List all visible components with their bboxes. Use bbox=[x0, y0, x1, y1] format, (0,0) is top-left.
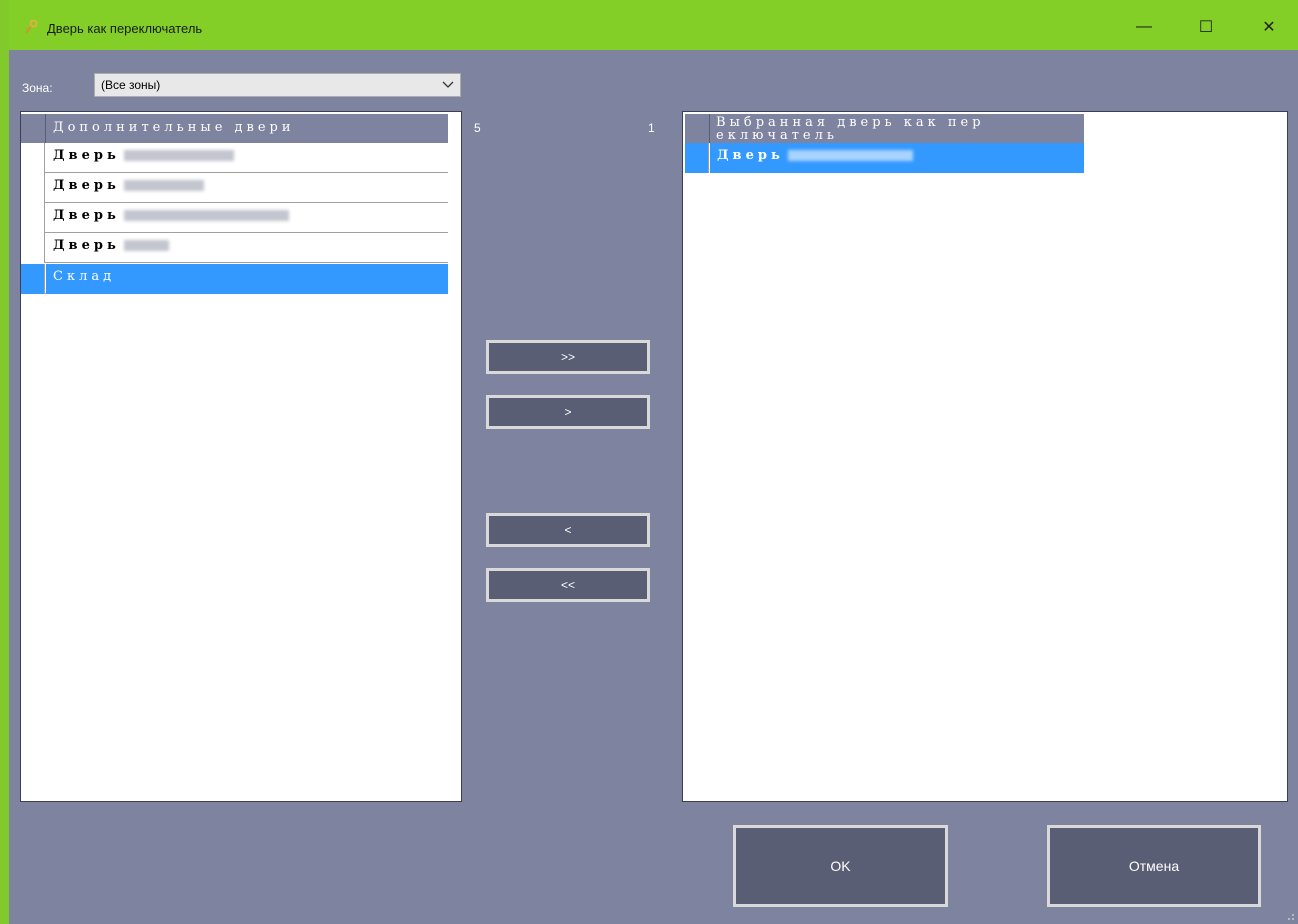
title-bar[interactable]: Дверь как переключатель — ☐ ✕ bbox=[9, 0, 1298, 50]
available-doors-grid[interactable]: Дополнительные двери Дверь Дверь Дверь Д… bbox=[20, 111, 462, 802]
dialog-window: Дверь как переключатель — ☐ ✕ Зона: (Все… bbox=[0, 0, 1298, 924]
close-button[interactable]: ✕ bbox=[1249, 12, 1289, 42]
door-name: Дверь bbox=[53, 238, 120, 253]
column-header-available[interactable]: Дополнительные двери bbox=[53, 120, 295, 135]
redacted-text bbox=[787, 150, 913, 161]
header-line: еключатель bbox=[716, 128, 838, 142]
table-row-selected[interactable]: Склад bbox=[21, 264, 448, 294]
row-header[interactable] bbox=[21, 264, 45, 294]
remove-one-button[interactable]: < bbox=[486, 513, 650, 547]
redacted-text bbox=[123, 210, 289, 221]
door-name: Дверь bbox=[53, 208, 120, 223]
redacted-text bbox=[123, 240, 169, 251]
resize-grip-icon[interactable] bbox=[1285, 911, 1295, 921]
redacted-text bbox=[123, 180, 204, 191]
door-name: Дверь bbox=[717, 148, 784, 163]
chevron-down-icon[interactable] bbox=[442, 77, 454, 91]
available-count: 5 bbox=[474, 121, 481, 135]
row-header[interactable] bbox=[21, 203, 45, 233]
keys-icon bbox=[25, 19, 38, 34]
selected-count: 1 bbox=[648, 121, 655, 135]
window-title: Дверь как переключатель bbox=[47, 21, 203, 36]
row-header[interactable] bbox=[21, 143, 45, 173]
grid-header: Дополнительные двери bbox=[21, 114, 448, 143]
remove-all-button[interactable]: << bbox=[486, 568, 650, 602]
redacted-text bbox=[123, 150, 234, 161]
cancel-button[interactable]: Отмена bbox=[1047, 825, 1261, 907]
row-header-corner bbox=[21, 114, 46, 143]
row-header[interactable] bbox=[21, 173, 45, 203]
table-row[interactable]: Дверь bbox=[21, 233, 448, 263]
row-header-corner bbox=[685, 114, 710, 143]
door-name: Дверь bbox=[53, 148, 120, 163]
row-header[interactable] bbox=[21, 233, 45, 263]
door-name: Склад bbox=[46, 264, 448, 294]
maximize-button[interactable]: ☐ bbox=[1186, 12, 1226, 42]
window-border bbox=[0, 0, 9, 924]
table-row[interactable]: Дверь bbox=[21, 203, 448, 233]
grid-header: Выбранная дверь как пер еключатель bbox=[685, 114, 1084, 143]
selected-door-grid[interactable]: Выбранная дверь как пер еключатель Дверь bbox=[682, 111, 1288, 802]
column-header-selected[interactable]: Выбранная дверь как пер еключатель bbox=[716, 116, 1076, 142]
table-row[interactable]: Дверь bbox=[21, 143, 448, 173]
zone-dropdown[interactable]: (Все зоны) bbox=[94, 73, 461, 97]
zone-selected-value: (Все зоны) bbox=[101, 78, 161, 92]
add-all-button[interactable]: >> bbox=[486, 340, 650, 374]
row-header[interactable] bbox=[685, 143, 709, 173]
minimize-button[interactable]: — bbox=[1124, 12, 1164, 42]
add-one-button[interactable]: > bbox=[486, 395, 650, 429]
door-name: Дверь bbox=[53, 178, 120, 193]
table-row[interactable]: Дверь bbox=[21, 173, 448, 203]
ok-button[interactable]: OK bbox=[733, 825, 948, 907]
table-row-selected[interactable]: Дверь bbox=[685, 143, 1084, 173]
zone-label: Зона: bbox=[22, 81, 53, 95]
